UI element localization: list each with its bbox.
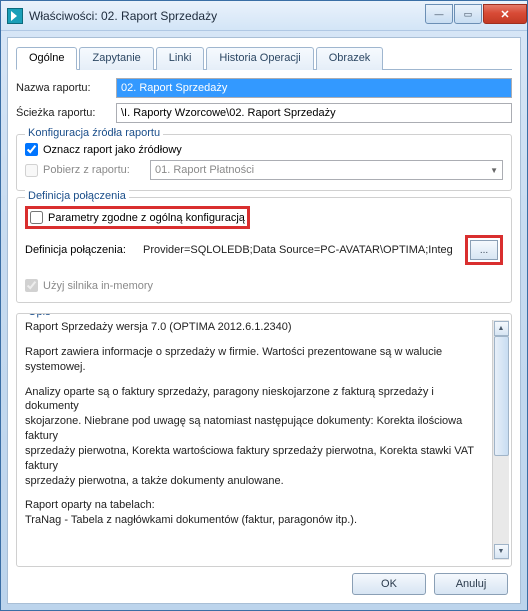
description-legend: Opis xyxy=(25,313,54,318)
mark-as-source-checkbox[interactable]: Oznacz raport jako źródłowy xyxy=(25,143,503,156)
fetch-from-value: 01. Raport Płatności xyxy=(155,164,254,176)
connection-def-label: Definicja połączenia: xyxy=(25,244,137,256)
close-button[interactable]: ✕ xyxy=(483,4,527,24)
params-global-label: Parametry zgodne z ogólną konfiguracją xyxy=(48,212,245,224)
params-global-checkbox[interactable]: Parametry zgodne z ogólną konfiguracją xyxy=(30,211,245,224)
tab-image[interactable]: Obrazek xyxy=(316,47,384,70)
inmemory-label: Użyj silnika in-memory xyxy=(43,280,153,292)
desc-line: sprzedaży pierwotna, Korekta wartościowa… xyxy=(25,445,474,472)
desc-line: Raport Sprzedaży wersja 7.0 (OPTIMA 2012… xyxy=(25,320,488,335)
window-buttons: — ▭ ✕ xyxy=(424,4,527,24)
highlight-params-checkbox: Parametry zgodne z ogólną konfiguracją xyxy=(25,206,250,229)
tab-strip: Ogólne Zapytanie Linki Historia Operacji… xyxy=(16,46,512,70)
tab-history[interactable]: Historia Operacji xyxy=(206,47,313,70)
desc-line: skojarzone. Niebrane pod uwagę są natomi… xyxy=(25,415,462,442)
cancel-button[interactable]: Anuluj xyxy=(434,573,508,595)
maximize-button[interactable]: ▭ xyxy=(454,4,482,24)
titlebar[interactable]: Właściwości: 02. Raport Sprzedaży — ▭ ✕ xyxy=(1,1,527,31)
window-title: Właściwości: 02. Raport Sprzedaży xyxy=(29,9,424,23)
fetch-from-label: Pobierz z raportu: xyxy=(43,164,145,176)
report-path-input[interactable] xyxy=(116,103,512,123)
scroll-thumb[interactable] xyxy=(494,336,509,456)
connection-group: Definicja połączenia Parametry zgodne z … xyxy=(16,197,512,303)
inmemory-input xyxy=(25,279,38,292)
desc-line: Analizy oparte są o faktury sprzedaży, p… xyxy=(25,386,434,413)
fetch-from-checkbox xyxy=(25,164,38,177)
desc-line: TraNag - Tabela z nagłówkami dokumentów … xyxy=(25,514,357,526)
source-config-legend: Konfiguracja źródła raportu xyxy=(25,127,163,139)
desc-line: Raport zawiera informacje o sprzedaży w … xyxy=(25,345,488,375)
description-text[interactable]: Raport Sprzedaży wersja 7.0 (OPTIMA 2012… xyxy=(25,320,492,560)
connection-def-value: Provider=SQLOLEDB;Data Source=PC-AVATAR\… xyxy=(143,244,459,256)
scroll-down-button[interactable]: ▼ xyxy=(494,544,509,559)
tab-general[interactable]: Ogólne xyxy=(16,47,77,70)
report-path-label: Ścieżka raportu: xyxy=(16,107,116,119)
mark-as-source-input[interactable] xyxy=(25,143,38,156)
fetch-from-combo: 01. Raport Płatności ▼ xyxy=(150,160,503,180)
app-icon xyxy=(7,8,23,24)
properties-window: Właściwości: 02. Raport Sprzedaży — ▭ ✕ … xyxy=(0,0,528,611)
mark-as-source-label: Oznacz raport jako źródłowy xyxy=(43,144,182,156)
client-area: Ogólne Zapytanie Linki Historia Operacji… xyxy=(7,37,521,604)
connection-legend: Definicja połączenia xyxy=(25,190,129,202)
dialog-button-bar: OK Anuluj xyxy=(16,567,512,597)
description-scrollbar[interactable]: ▲ ▼ xyxy=(492,320,509,560)
inmemory-checkbox: Użyj silnika in-memory xyxy=(25,279,503,292)
params-global-input[interactable] xyxy=(30,211,43,224)
ok-button[interactable]: OK xyxy=(352,573,426,595)
description-group: Opis Raport Sprzedaży wersja 7.0 (OPTIMA… xyxy=(16,313,512,567)
desc-line: Raport oparty na tabelach: xyxy=(25,499,155,511)
report-name-input[interactable] xyxy=(116,78,512,98)
report-name-label: Nazwa raportu: xyxy=(16,82,116,94)
connection-browse-button[interactable]: ... xyxy=(470,240,498,260)
source-config-group: Konfiguracja źródła raportu Oznacz rapor… xyxy=(16,134,512,191)
highlight-browse-button: ... xyxy=(465,235,503,265)
minimize-button[interactable]: — xyxy=(425,4,453,24)
desc-line: sprzedaży pierwotna, a także dokumenty a… xyxy=(25,474,488,489)
tab-links[interactable]: Linki xyxy=(156,47,205,70)
scroll-up-button[interactable]: ▲ xyxy=(494,321,509,336)
chevron-down-icon: ▼ xyxy=(490,166,498,175)
tab-query[interactable]: Zapytanie xyxy=(79,47,153,70)
